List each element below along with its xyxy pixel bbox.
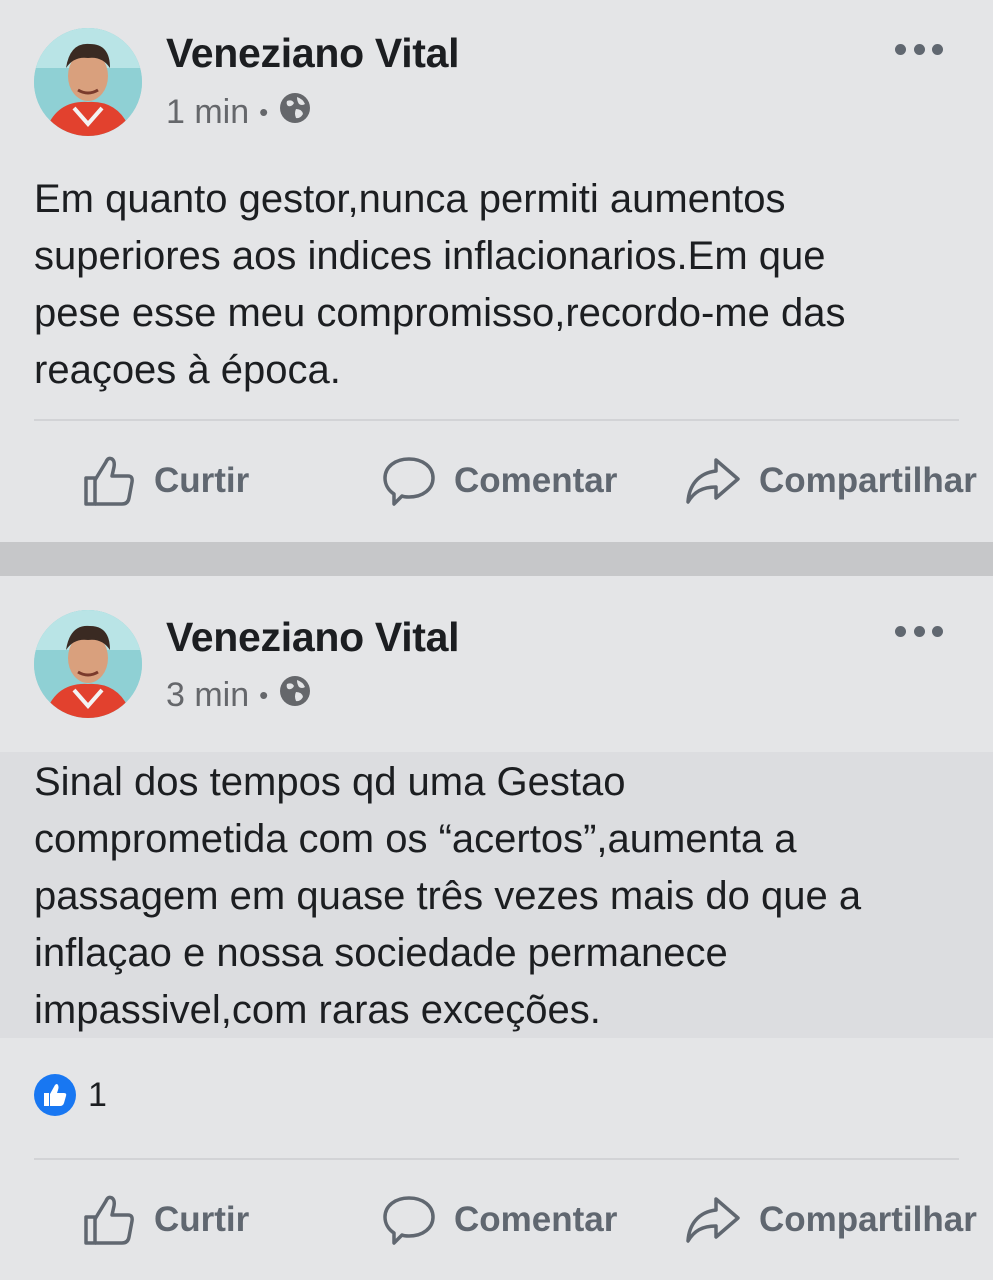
avatar[interactable]	[34, 610, 142, 718]
share-arrow-icon	[686, 1197, 740, 1243]
more-options-icon[interactable]	[895, 42, 943, 56]
post-meta: 3 min •	[166, 674, 312, 717]
post: Veneziano Vital 3 min • Sinal dos tempos…	[0, 576, 993, 1280]
comment-label: Comentar	[454, 461, 618, 500]
comment-icon	[383, 1196, 435, 1245]
meta-separator: •	[259, 680, 269, 710]
like-button[interactable]: Curtir	[82, 1190, 249, 1250]
post-text: Em quanto gestor,nunca permiti aumentos …	[34, 177, 846, 392]
author-name[interactable]: Veneziano Vital	[166, 30, 460, 77]
post-time[interactable]: 3 min	[166, 676, 249, 715]
author-name[interactable]: Veneziano Vital	[166, 614, 460, 661]
share-button[interactable]: Compartilhar	[685, 1190, 977, 1250]
comment-button[interactable]: Comentar	[382, 1190, 617, 1250]
comment-button[interactable]: Comentar	[382, 451, 617, 511]
post-separator	[0, 542, 993, 576]
reactions-summary[interactable]: 1	[34, 1074, 107, 1116]
post-text: Sinal dos tempos qd uma Gestao compromet…	[34, 760, 862, 1032]
like-reaction-icon	[34, 1074, 76, 1116]
divider	[34, 419, 959, 421]
like-label: Curtir	[154, 461, 250, 500]
post-meta: 1 min •	[166, 91, 312, 134]
reaction-count: 1	[88, 1075, 107, 1114]
share-label: Compartilhar	[759, 1200, 977, 1239]
comment-icon	[383, 457, 435, 506]
globe-icon	[278, 674, 312, 717]
post: Veneziano Vital 1 min • Em quanto gestor…	[0, 0, 993, 542]
post-actions: Curtir Comentar Compartilhar	[0, 1190, 993, 1250]
more-options-icon[interactable]	[895, 624, 943, 638]
avatar[interactable]	[34, 28, 142, 136]
like-label: Curtir	[154, 1200, 250, 1239]
share-arrow-icon	[686, 458, 740, 504]
share-button[interactable]: Compartilhar	[685, 451, 977, 511]
share-label: Compartilhar	[759, 461, 977, 500]
comment-label: Comentar	[454, 1200, 618, 1239]
post-time[interactable]: 1 min	[166, 93, 249, 132]
meta-separator: •	[259, 97, 269, 127]
thumbs-up-icon	[84, 456, 134, 506]
post-actions: Curtir Comentar Compartilhar	[0, 451, 993, 511]
thumbs-up-icon	[84, 1195, 134, 1245]
like-button[interactable]: Curtir	[82, 451, 249, 511]
divider	[34, 1158, 959, 1160]
globe-icon	[278, 91, 312, 134]
